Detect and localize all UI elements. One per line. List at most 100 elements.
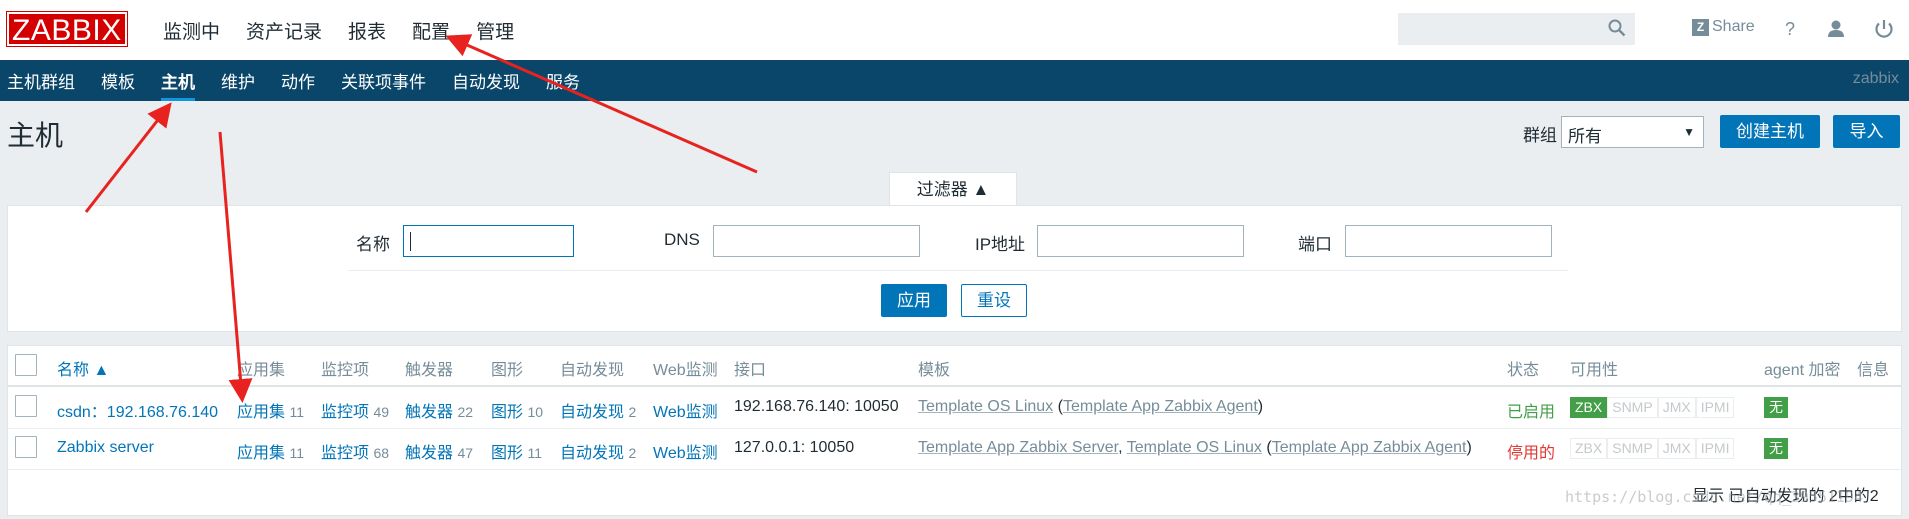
filter-reset-button[interactable]: 重设 <box>961 284 1027 317</box>
submenu-maintenance[interactable]: 维护 <box>221 68 255 93</box>
col-header-items: 监控项 <box>321 362 370 379</box>
filter-name-label: 名称 <box>356 235 390 254</box>
row-2-availability: ZBX SNMP JMX IPMI <box>1570 438 1735 459</box>
import-button[interactable]: 导入 <box>1833 115 1900 148</box>
row-2-apps-link[interactable]: 应用集 <box>237 445 285 462</box>
filter-dns-input[interactable] <box>713 225 920 257</box>
row-divider <box>8 469 1901 470</box>
help-icon[interactable]: ? <box>1777 17 1801 41</box>
sign-out-icon[interactable] <box>1872 17 1896 41</box>
row-2-discovery: 自动发现 2 <box>560 439 636 463</box>
col-header-status[interactable]: 状态 <box>1507 356 1539 380</box>
row-1-encryption-badge: 无 <box>1764 397 1788 418</box>
filter-port-label: 端口 <box>1298 235 1332 254</box>
submenu-event-correlation[interactable]: 关联项事件 <box>341 68 426 93</box>
menu-configuration[interactable]: 配置 <box>412 17 450 44</box>
menu-administration[interactable]: 管理 <box>476 17 514 44</box>
menu-monitoring[interactable]: 监测中 <box>163 17 220 44</box>
filter-ip-label: IP地址 <box>975 235 1026 254</box>
svg-text:?: ? <box>1785 19 1795 39</box>
group-select[interactable]: 所有 ▼ <box>1561 116 1704 148</box>
col-header-interface: 接口 <box>734 362 767 379</box>
row-divider <box>8 428 1901 429</box>
row-1-status[interactable]: 已启用 <box>1507 398 1555 422</box>
menu-reports[interactable]: 报表 <box>348 17 386 44</box>
row-1-templates: Template OS Linux (Template App Zabbix A… <box>918 398 1263 416</box>
row-2-web-link[interactable]: Web监测 <box>653 439 718 463</box>
col-header-name[interactable]: 名称 ▲ <box>57 356 109 380</box>
search-input[interactable] <box>1398 13 1635 45</box>
submenu-host-groups[interactable]: 主机群组 <box>7 68 75 93</box>
row-2-graphs-link[interactable]: 图形 <box>491 445 523 462</box>
user-profile-icon[interactable] <box>1824 17 1848 41</box>
submenu-services[interactable]: 服务 <box>546 68 580 93</box>
row-1-items-link[interactable]: 监控项 <box>321 404 369 421</box>
filter-divider <box>348 270 1568 271</box>
row-2-graphs-count: 11 <box>527 445 543 461</box>
submenu-actions[interactable]: 动作 <box>281 68 315 93</box>
blog-watermark: https://blog.csdn.net/qq_39551194 <box>1565 488 1864 506</box>
row-1-ipmi-badge: IPMI <box>1695 397 1735 418</box>
col-header-availability: 可用性 <box>1570 362 1619 379</box>
col-header-info: 信息 <box>1857 362 1890 379</box>
submenu-templates[interactable]: 模板 <box>101 68 135 93</box>
row-1-triggers-count: 22 <box>457 404 474 420</box>
row-1-interface: 192.168.76.140: 10050 <box>734 398 899 415</box>
row-1-web-link[interactable]: Web监测 <box>653 398 718 422</box>
row-1-jmx-badge: JMX <box>1657 397 1696 418</box>
row-2-triggers: 触发器 47 <box>405 439 473 463</box>
row-2-ipmi-badge: IPMI <box>1695 438 1735 459</box>
col-header-triggers: 触发器 <box>405 362 454 379</box>
page-title: 主机 <box>7 120 64 151</box>
row-2-templates: Template App Zabbix Server, Template OS … <box>918 439 1472 457</box>
filter-name-input[interactable] <box>403 225 574 257</box>
row-1-template-link[interactable]: Template OS Linux <box>918 398 1053 415</box>
menu-inventory[interactable]: 资产记录 <box>246 17 322 44</box>
row-2-template-link-2[interactable]: Template OS Linux <box>1127 439 1262 456</box>
select-all-checkbox[interactable] <box>15 354 37 376</box>
row-2-triggers-count: 47 <box>457 445 474 461</box>
row-1-items: 监控项 49 <box>321 398 389 422</box>
row-2-items-link[interactable]: 监控项 <box>321 445 369 462</box>
row-2-apps: 应用集 11 <box>237 439 304 463</box>
row-1-discovery-count: 2 <box>628 404 637 420</box>
col-header-graphs: 图形 <box>491 362 524 379</box>
col-header-web: Web监测 <box>653 362 718 379</box>
filter-apply-button[interactable]: 应用 <box>881 284 947 317</box>
row-2-template-sep-1: , <box>1118 439 1127 456</box>
row-1-triggers: 触发器 22 <box>405 398 473 422</box>
row-1-items-count: 49 <box>373 404 390 420</box>
sub-menu-bar: 主机群组 模板 主机 维护 动作 关联项事件 自动发现 服务 zabbix <box>0 60 1909 101</box>
row-2-encryption-badge: 无 <box>1764 438 1788 459</box>
group-select-value: 所有 <box>1568 127 1602 146</box>
annotation-arrow-to-hosts <box>84 102 172 213</box>
row-2-triggers-link[interactable]: 触发器 <box>405 445 453 462</box>
row-1-discovery-link[interactable]: 自动发现 <box>560 404 624 421</box>
row-2-template-link-1[interactable]: Template App Zabbix Server <box>918 439 1118 456</box>
share-link[interactable]: Z Share <box>1692 18 1755 36</box>
filter-port-input[interactable] <box>1345 225 1552 257</box>
row-1-triggers-link[interactable]: 触发器 <box>405 404 453 421</box>
row-2-host-name[interactable]: Zabbix server <box>57 439 154 457</box>
row-2-status[interactable]: 停用的 <box>1507 439 1555 463</box>
create-host-button[interactable]: 创建主机 <box>1720 115 1820 148</box>
submenu-discovery[interactable]: 自动发现 <box>452 68 520 93</box>
row-1-template-parent-link[interactable]: Template App Zabbix Agent <box>1063 398 1258 415</box>
zabbix-logo[interactable]: ZABBIX <box>6 11 128 47</box>
filter-ip-input[interactable] <box>1037 225 1244 257</box>
search-icon[interactable] <box>1608 19 1626 37</box>
row-2-checkbox[interactable] <box>15 436 37 458</box>
submenu-hosts[interactable]: 主机 <box>161 68 195 101</box>
row-1-apps-link[interactable]: 应用集 <box>237 404 285 421</box>
filter-toggle-tab[interactable]: 过滤器 ▲ <box>889 172 1017 206</box>
row-2-items-count: 68 <box>373 445 390 461</box>
col-header-apps: 应用集 <box>237 362 286 379</box>
row-1-host-name[interactable]: csdn：192.168.76.140 <box>57 398 218 422</box>
row-1-checkbox[interactable] <box>15 395 37 417</box>
row-2-items: 监控项 68 <box>321 439 389 463</box>
row-1-graphs-link[interactable]: 图形 <box>491 404 523 421</box>
row-1-template-sep: ( <box>1053 398 1063 415</box>
row-2-interface: 127.0.0.1: 10050 <box>734 439 855 456</box>
row-2-discovery-link[interactable]: 自动发现 <box>560 445 624 462</box>
row-2-template-parent-link[interactable]: Template App Zabbix Agent <box>1272 439 1467 456</box>
